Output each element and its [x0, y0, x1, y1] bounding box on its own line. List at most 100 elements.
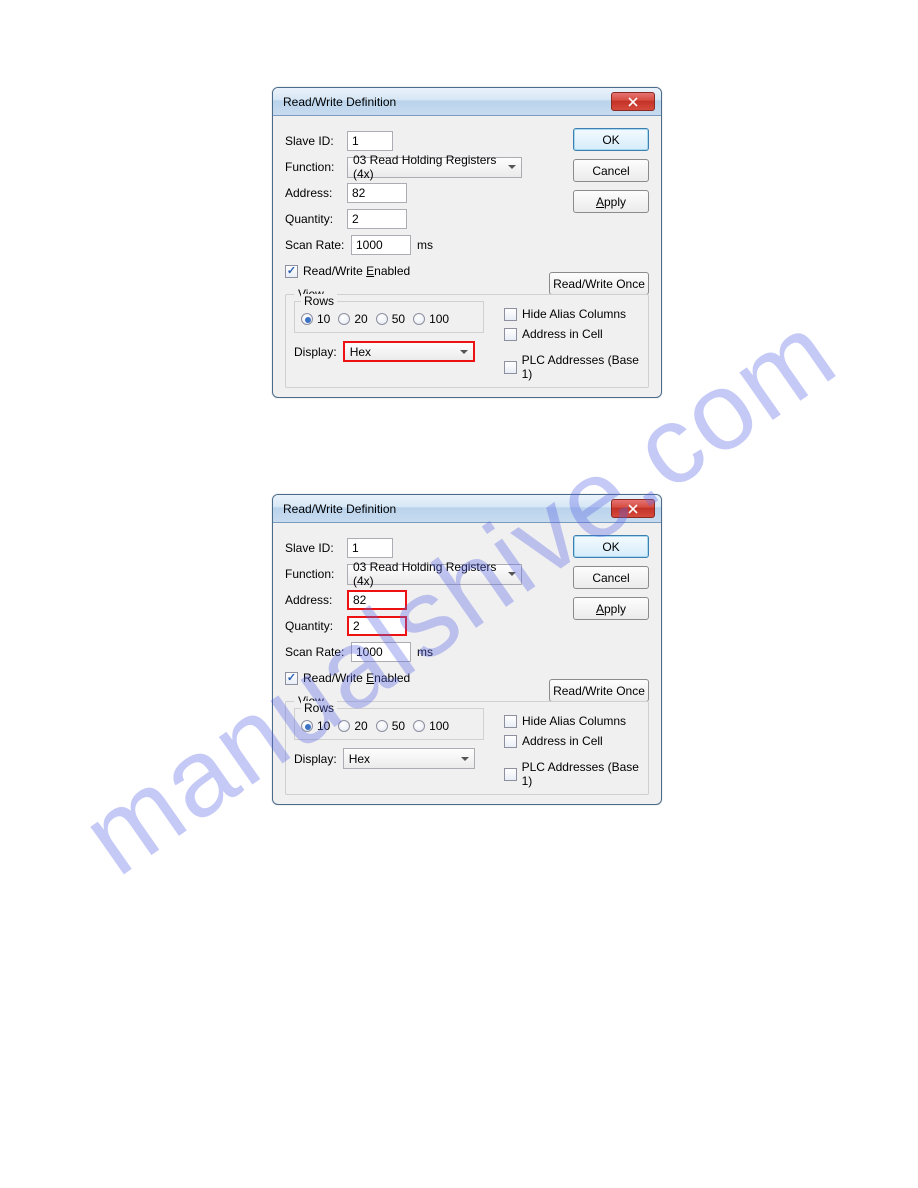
rows-20-radio[interactable]: 20: [338, 719, 367, 733]
display-label: Display:: [294, 752, 337, 766]
rows-10-label: 10: [317, 312, 330, 326]
radio-icon: [376, 720, 388, 732]
plc-label: PLC Addresses (Base 1): [522, 760, 648, 788]
rows-legend: Rows: [301, 701, 337, 715]
apply-button[interactable]: Apply: [573, 597, 649, 620]
ok-button[interactable]: OK: [573, 128, 649, 151]
radio-icon: [338, 313, 350, 325]
hide-alias-checkbox[interactable]: Hide Alias Columns: [504, 307, 626, 321]
read-write-once-button[interactable]: Read/Write Once: [549, 679, 649, 702]
slave-id-label: Slave ID:: [285, 541, 347, 555]
rw-enabled-label: Read/Write Enabled: [303, 671, 410, 685]
quantity-label: Quantity:: [285, 619, 347, 633]
slave-id-input[interactable]: [347, 538, 393, 558]
function-label: Function:: [285, 160, 347, 174]
cancel-button[interactable]: Cancel: [573, 566, 649, 589]
rw-enabled-checkbox[interactable]: Read/Write Enabled: [285, 264, 410, 278]
close-icon: [628, 504, 638, 514]
function-select[interactable]: 03 Read Holding Registers (4x): [347, 564, 522, 585]
dialog-title: Read/Write Definition: [283, 95, 611, 109]
radio-icon: [301, 720, 313, 732]
rows-10-label: 10: [317, 719, 330, 733]
checkbox-icon: [504, 768, 517, 781]
display-select[interactable]: Hex: [343, 748, 475, 769]
scan-rate-label: Scan Rate:: [285, 238, 351, 252]
cancel-button[interactable]: Cancel: [573, 159, 649, 182]
rows-10-radio[interactable]: 10: [301, 719, 330, 733]
scan-rate-unit: ms: [417, 645, 433, 659]
checkbox-icon: [504, 328, 517, 341]
display-value: Hex: [349, 752, 370, 766]
address-input[interactable]: [347, 590, 407, 610]
quantity-input[interactable]: [347, 209, 407, 229]
address-label: Address:: [285, 186, 347, 200]
plc-addresses-checkbox[interactable]: PLC Addresses (Base 1): [504, 760, 648, 788]
rows-50-label: 50: [392, 312, 405, 326]
checkbox-icon: [504, 361, 517, 374]
checkbox-icon: [504, 308, 517, 321]
hide-alias-checkbox[interactable]: Hide Alias Columns: [504, 714, 626, 728]
rw-enabled-label: Read/Write Enabled: [303, 264, 410, 278]
ok-button[interactable]: OK: [573, 535, 649, 558]
rows-50-radio[interactable]: 50: [376, 719, 405, 733]
scan-rate-input[interactable]: [351, 235, 411, 255]
close-button[interactable]: [611, 499, 655, 518]
function-value: 03 Read Holding Registers (4x): [353, 560, 503, 588]
quantity-label: Quantity:: [285, 212, 347, 226]
rows-20-radio[interactable]: 20: [338, 312, 367, 326]
radio-icon: [413, 720, 425, 732]
address-in-cell-label: Address in Cell: [522, 327, 603, 341]
address-in-cell-checkbox[interactable]: Address in Cell: [504, 734, 626, 748]
checkbox-icon: [504, 735, 517, 748]
rows-20-label: 20: [354, 719, 367, 733]
rows-50-radio[interactable]: 50: [376, 312, 405, 326]
function-select[interactable]: 03 Read Holding Registers (4x): [347, 157, 522, 178]
rows-legend: Rows: [301, 294, 337, 308]
display-label: Display:: [294, 345, 337, 359]
read-write-definition-dialog-1: Read/Write Definition Slave ID: Function…: [272, 87, 662, 398]
rows-10-radio[interactable]: 10: [301, 312, 330, 326]
rows-group: Rows 10 20 50 100: [294, 301, 484, 333]
rows-100-radio[interactable]: 100: [413, 719, 449, 733]
radio-icon: [338, 720, 350, 732]
display-value: Hex: [350, 345, 371, 359]
slave-id-input[interactable]: [347, 131, 393, 151]
radio-icon: [301, 313, 313, 325]
rows-100-label: 100: [429, 312, 449, 326]
address-input[interactable]: [347, 183, 407, 203]
rows-group: Rows 10 20 50 100: [294, 708, 484, 740]
function-label: Function:: [285, 567, 347, 581]
rows-100-radio[interactable]: 100: [413, 312, 449, 326]
scan-rate-input[interactable]: [351, 642, 411, 662]
titlebar[interactable]: Read/Write Definition: [273, 495, 661, 523]
address-label: Address:: [285, 593, 347, 607]
hide-alias-label: Hide Alias Columns: [522, 307, 626, 321]
function-value: 03 Read Holding Registers (4x): [353, 153, 503, 181]
scan-rate-label: Scan Rate:: [285, 645, 351, 659]
quantity-input[interactable]: [347, 616, 407, 636]
plc-addresses-checkbox[interactable]: PLC Addresses (Base 1): [504, 353, 648, 381]
display-select[interactable]: Hex: [343, 341, 475, 362]
address-in-cell-label: Address in Cell: [522, 734, 603, 748]
read-write-definition-dialog-2: Read/Write Definition Slave ID: Function…: [272, 494, 662, 805]
checkbox-icon: [285, 265, 298, 278]
checkbox-icon: [504, 715, 517, 728]
apply-button[interactable]: Apply: [573, 190, 649, 213]
read-write-once-button[interactable]: Read/Write Once: [549, 272, 649, 295]
titlebar[interactable]: Read/Write Definition: [273, 88, 661, 116]
rw-enabled-checkbox[interactable]: Read/Write Enabled: [285, 671, 410, 685]
hide-alias-label: Hide Alias Columns: [522, 714, 626, 728]
checkbox-icon: [285, 672, 298, 685]
rows-100-label: 100: [429, 719, 449, 733]
address-in-cell-checkbox[interactable]: Address in Cell: [504, 327, 626, 341]
view-group: View Rows 10 20 50 100 Hide Alias Column…: [285, 701, 649, 795]
slave-id-label: Slave ID:: [285, 134, 347, 148]
view-group: View Rows 10 20 50 100 Hide Alias Column…: [285, 294, 649, 388]
close-button[interactable]: [611, 92, 655, 111]
plc-label: PLC Addresses (Base 1): [522, 353, 648, 381]
rows-50-label: 50: [392, 719, 405, 733]
radio-icon: [376, 313, 388, 325]
radio-icon: [413, 313, 425, 325]
dialog-title: Read/Write Definition: [283, 502, 611, 516]
scan-rate-unit: ms: [417, 238, 433, 252]
